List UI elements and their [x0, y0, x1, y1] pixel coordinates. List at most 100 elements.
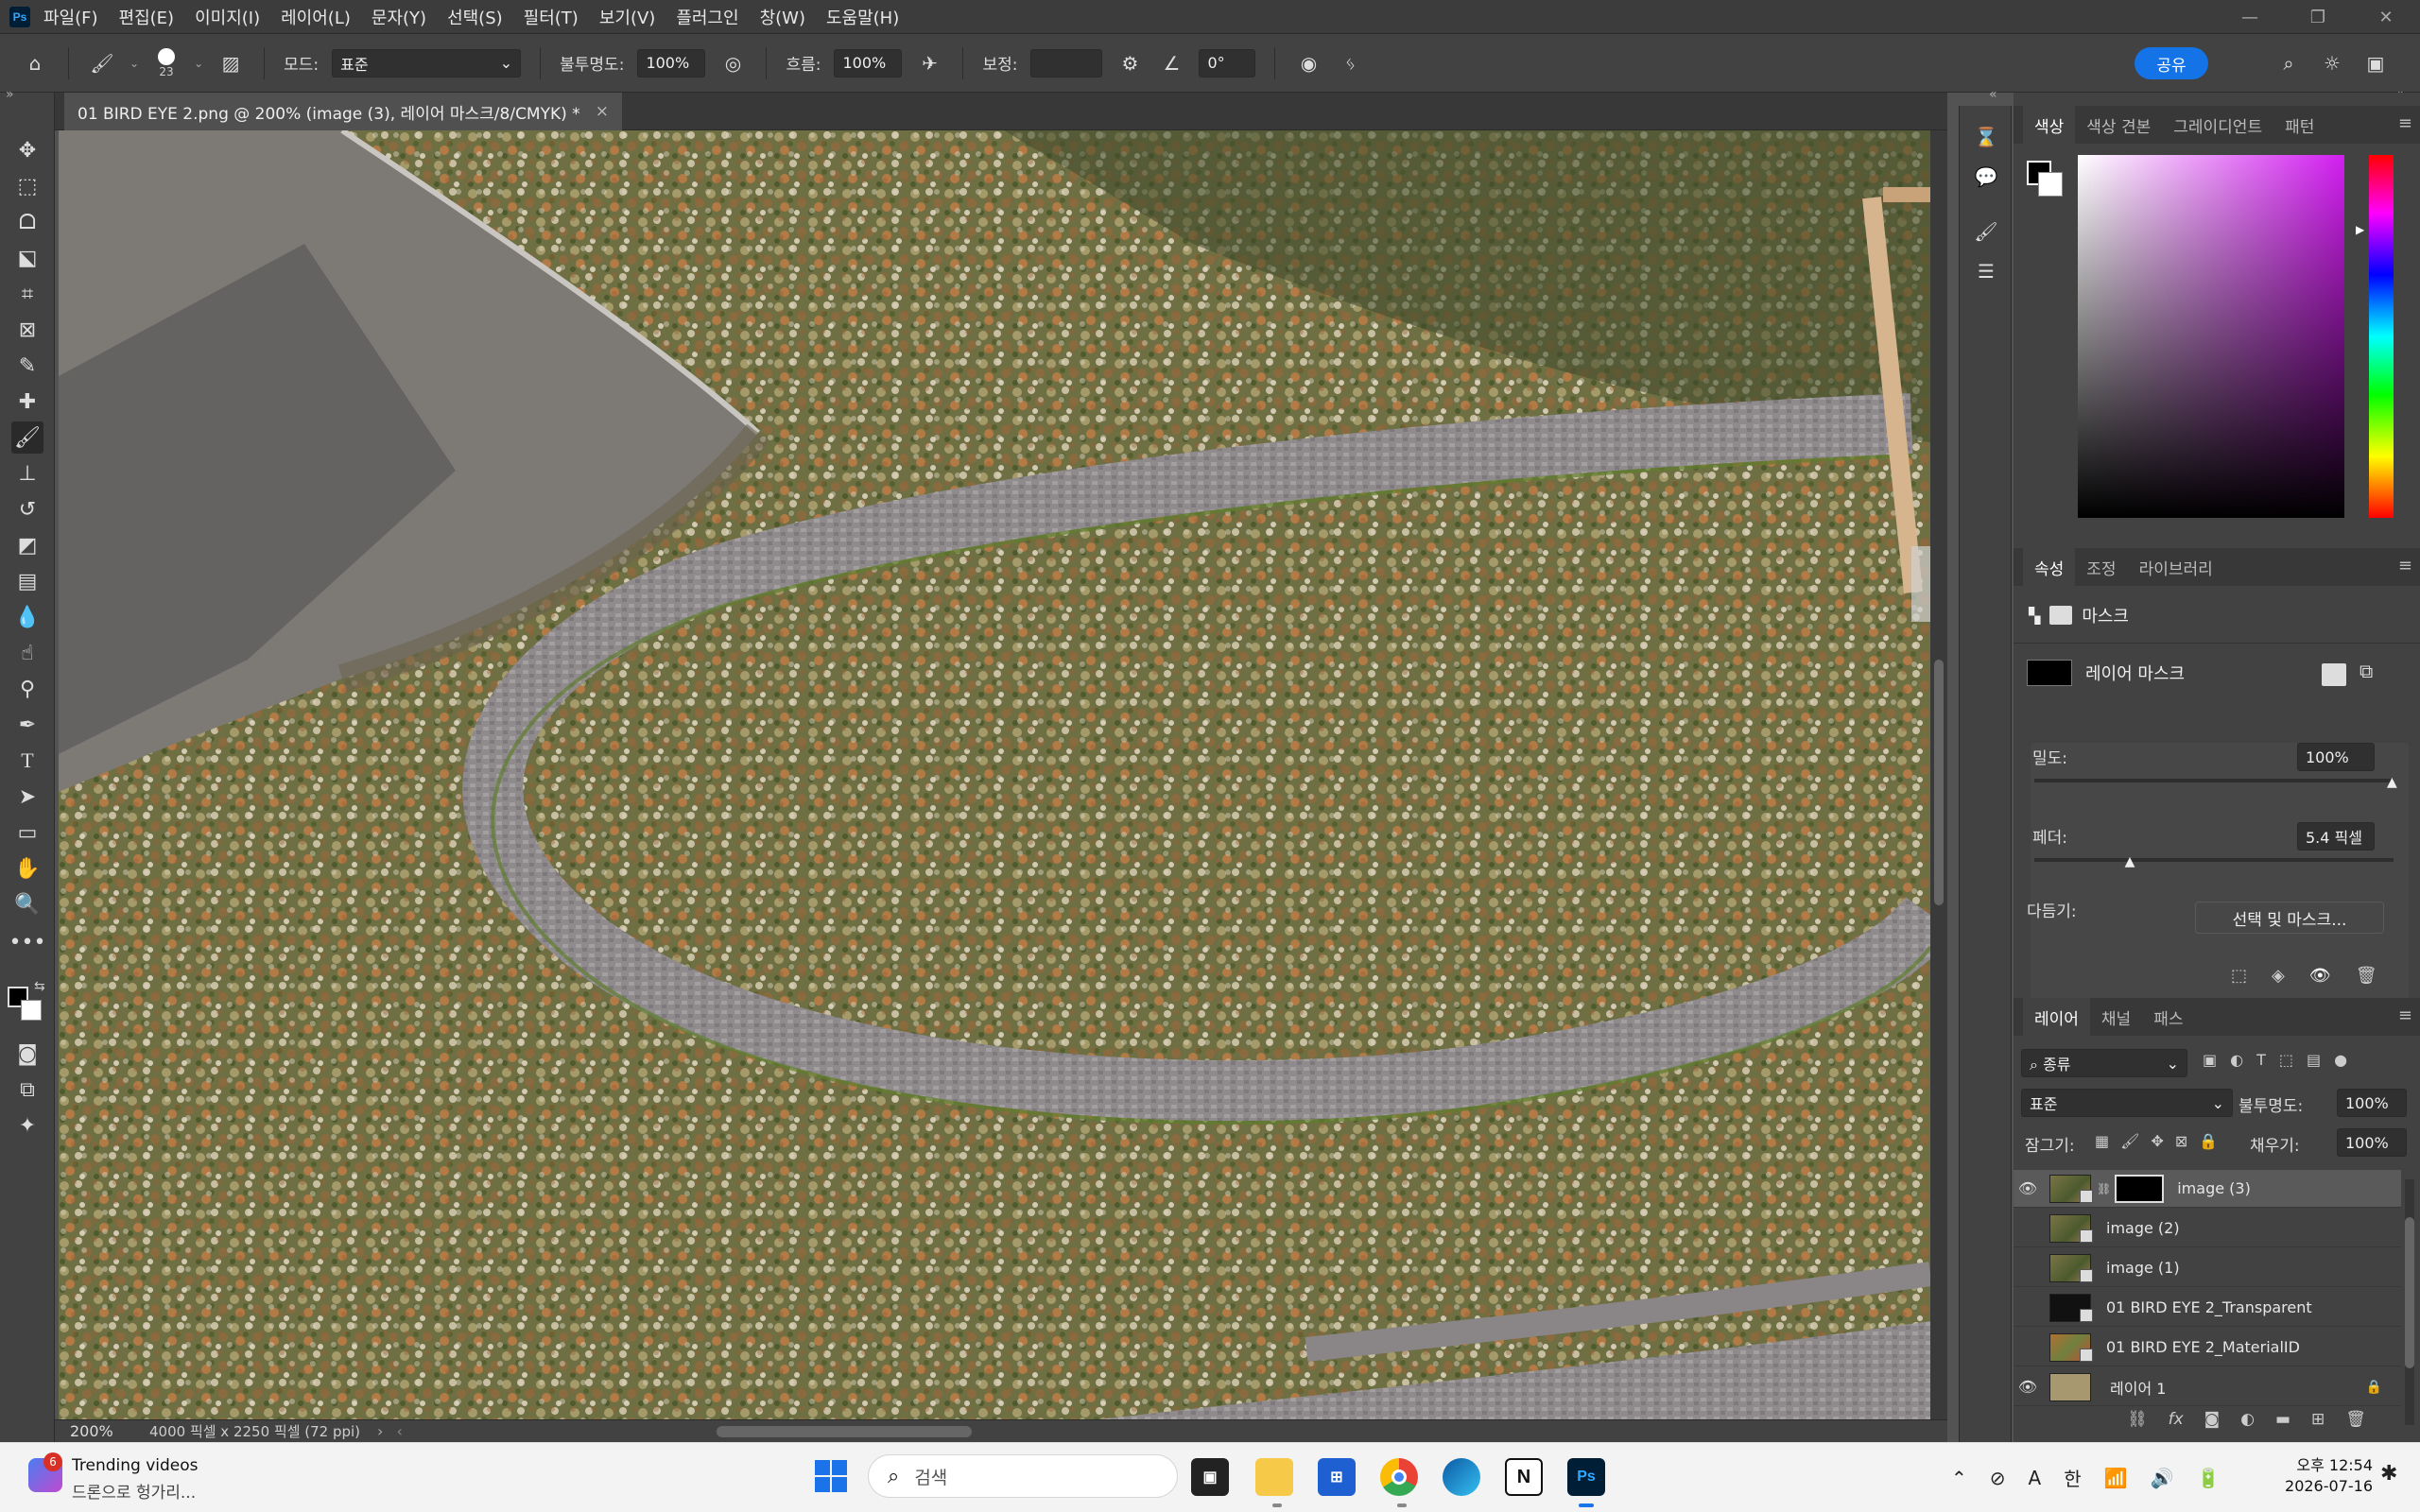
- tab-layers[interactable]: 레이어: [2023, 998, 2090, 1036]
- photoshop-taskbar-icon[interactable]: Ps: [1567, 1458, 1605, 1496]
- minimize-icon[interactable]: —: [2216, 0, 2284, 34]
- layer-filter-select[interactable]: ⌕ 종류 ⌄: [2021, 1049, 2187, 1077]
- mode-select[interactable]: 표준 ⌄: [332, 48, 522, 77]
- notion-icon[interactable]: N: [1505, 1458, 1543, 1496]
- marquee-tool-icon[interactable]: ⬚: [11, 170, 43, 202]
- brush-settings-panel-icon[interactable]: 🖌: [1972, 217, 2000, 246]
- healing-brush-tool-icon[interactable]: ✚: [11, 386, 43, 418]
- add-mask-icon[interactable]: ◙: [2204, 1410, 2221, 1429]
- trash-icon[interactable]: 🗑: [2356, 966, 2377, 986]
- more-tools-icon[interactable]: •••: [9, 926, 46, 958]
- move-tool-icon[interactable]: ✥: [11, 134, 43, 166]
- filter-adjustment-icon[interactable]: ◐: [2230, 1051, 2243, 1069]
- scrollbar-thumb[interactable]: [1934, 660, 1944, 905]
- airbrush-icon[interactable]: ✈: [915, 49, 943, 77]
- pixel-mask-button-icon[interactable]: [2322, 663, 2346, 686]
- layers-scrollbar[interactable]: [2405, 1179, 2414, 1425]
- tab-libraries[interactable]: 라이브러리: [2128, 548, 2224, 586]
- density-slider-handle[interactable]: ▲: [2387, 775, 2397, 790]
- filter-smart-object-icon[interactable]: ▤: [2307, 1051, 2321, 1069]
- filter-shape-icon[interactable]: ⬚: [2279, 1051, 2293, 1069]
- quick-mask-icon[interactable]: ◙: [11, 1038, 43, 1070]
- pressure-size-icon[interactable]: ◉: [1294, 49, 1322, 77]
- panel-menu-icon[interactable]: ≡: [2398, 1005, 2412, 1025]
- panel-menu-icon[interactable]: ≡: [2398, 556, 2412, 576]
- menu-filter[interactable]: 필터(T): [524, 5, 579, 29]
- tab-channels[interactable]: 채널: [2090, 998, 2142, 1036]
- menu-layer[interactable]: 레이어(L): [281, 5, 351, 29]
- expand-tools-icon[interactable]: »: [6, 87, 14, 102]
- ime-a-indicator[interactable]: A: [2029, 1467, 2042, 1489]
- stamp-tool-icon[interactable]: ⊥: [11, 457, 43, 490]
- history-panel-icon[interactable]: ⌛: [1972, 123, 2000, 151]
- link-layers-icon[interactable]: ⛓: [2127, 1410, 2148, 1429]
- close-icon[interactable]: ✕: [2352, 0, 2420, 34]
- generative-icon[interactable]: ✦: [11, 1109, 43, 1142]
- menu-select[interactable]: 선택(S): [447, 5, 503, 29]
- rectangle-tool-icon[interactable]: ▭: [11, 816, 43, 849]
- new-layer-icon[interactable]: ⊞: [2311, 1410, 2325, 1429]
- ime-han-indicator[interactable]: 한: [2064, 1464, 2081, 1491]
- feather-input[interactable]: 5.4 픽셀: [2297, 822, 2375, 850]
- menu-window[interactable]: 창(W): [760, 5, 805, 29]
- widget-subtitle[interactable]: 드론으로 헝가리...: [72, 1479, 196, 1503]
- dodge-tool-icon[interactable]: ⚲: [11, 673, 43, 705]
- chevron-up-icon[interactable]: ⌃: [1951, 1467, 1967, 1489]
- angle-input[interactable]: 0°: [1199, 48, 1256, 77]
- wifi-icon[interactable]: 📶: [2104, 1467, 2128, 1489]
- layer-row[interactable]: 01 BIRD EYE 2_MaterialID: [2014, 1329, 2401, 1366]
- tab-patterns[interactable]: 패턴: [2273, 106, 2325, 144]
- layer-mask-thumbnail[interactable]: [2027, 660, 2072, 686]
- density-slider-track[interactable]: [2034, 779, 2394, 782]
- color-field[interactable]: [2078, 155, 2344, 518]
- layer-row[interactable]: 👁 레이어 1 🔒: [2014, 1368, 2401, 1406]
- restore-icon[interactable]: ❐: [2284, 0, 2352, 34]
- load-selection-icon[interactable]: ⬚: [2231, 966, 2247, 986]
- flow-input[interactable]: 100%: [834, 48, 903, 77]
- brush-size-picker[interactable]: 23: [152, 47, 181, 78]
- clock-date[interactable]: 2026-07-16: [2269, 1477, 2373, 1495]
- filter-pixel-icon[interactable]: ▣: [2203, 1051, 2217, 1069]
- chrome-icon[interactable]: [1380, 1458, 1418, 1496]
- path-select-tool-icon[interactable]: ➤: [11, 781, 43, 813]
- gradient-tool-icon[interactable]: ▤: [11, 565, 43, 597]
- menu-file[interactable]: 파일(F): [43, 5, 98, 29]
- zoom-tool-icon[interactable]: 🔍: [11, 888, 43, 920]
- brush-tool-icon[interactable]: 🖌: [11, 421, 43, 454]
- link-icon[interactable]: ⛓: [2097, 1182, 2111, 1195]
- network-off-icon[interactable]: ⊘: [1990, 1467, 2006, 1489]
- battery-icon[interactable]: 🔋: [2196, 1467, 2220, 1489]
- smoothing-input[interactable]: [1030, 48, 1103, 77]
- menu-view[interactable]: 보기(V): [599, 5, 655, 29]
- eye-icon[interactable]: 👁: [2309, 966, 2331, 986]
- vertical-scrollbar[interactable]: [1930, 130, 1947, 1419]
- filter-toggle-icon[interactable]: ●: [2334, 1051, 2347, 1069]
- lasso-tool-icon[interactable]: ᗝ: [11, 206, 43, 238]
- new-group-icon[interactable]: ▬: [2275, 1410, 2290, 1429]
- layer-row[interactable]: image (1): [2014, 1249, 2401, 1287]
- menu-type[interactable]: 문자(Y): [372, 5, 426, 29]
- density-input[interactable]: 100%: [2297, 743, 2375, 771]
- pressure-opacity-icon[interactable]: ◎: [718, 49, 747, 77]
- vector-mask-button-icon[interactable]: ⧉: [2360, 660, 2373, 682]
- store-icon[interactable]: ⊞: [1318, 1458, 1356, 1496]
- collapse-panels-icon[interactable]: «: [1989, 87, 1997, 102]
- lock-all-icon[interactable]: 🔒: [2199, 1132, 2218, 1150]
- close-icon[interactable]: ×: [596, 102, 609, 121]
- taskbar-search[interactable]: ⌕ 검색: [868, 1454, 1178, 1498]
- lock-transparency-icon[interactable]: ▦: [2095, 1132, 2109, 1150]
- feather-slider-track[interactable]: [2034, 858, 2394, 862]
- menu-edit[interactable]: 편집(E): [119, 5, 175, 29]
- hand-tool-icon[interactable]: ✋: [11, 852, 43, 885]
- eraser-tool-icon[interactable]: ◩: [11, 529, 43, 561]
- discover-icon[interactable]: ☼: [2318, 49, 2346, 77]
- adjustments-panel-icon[interactable]: ☰: [1972, 257, 2000, 285]
- document-canvas[interactable]: [59, 130, 1930, 1419]
- filter-type-icon[interactable]: T: [2256, 1051, 2266, 1069]
- brush-settings-icon[interactable]: ▨: [216, 49, 245, 77]
- widget-title[interactable]: Trending videos: [72, 1456, 199, 1475]
- symmetry-icon[interactable]: ᛃ: [1336, 49, 1364, 77]
- hue-slider[interactable]: [2369, 155, 2394, 518]
- scrollbar-thumb[interactable]: [2405, 1217, 2414, 1368]
- home-icon[interactable]: ⌂: [21, 49, 49, 77]
